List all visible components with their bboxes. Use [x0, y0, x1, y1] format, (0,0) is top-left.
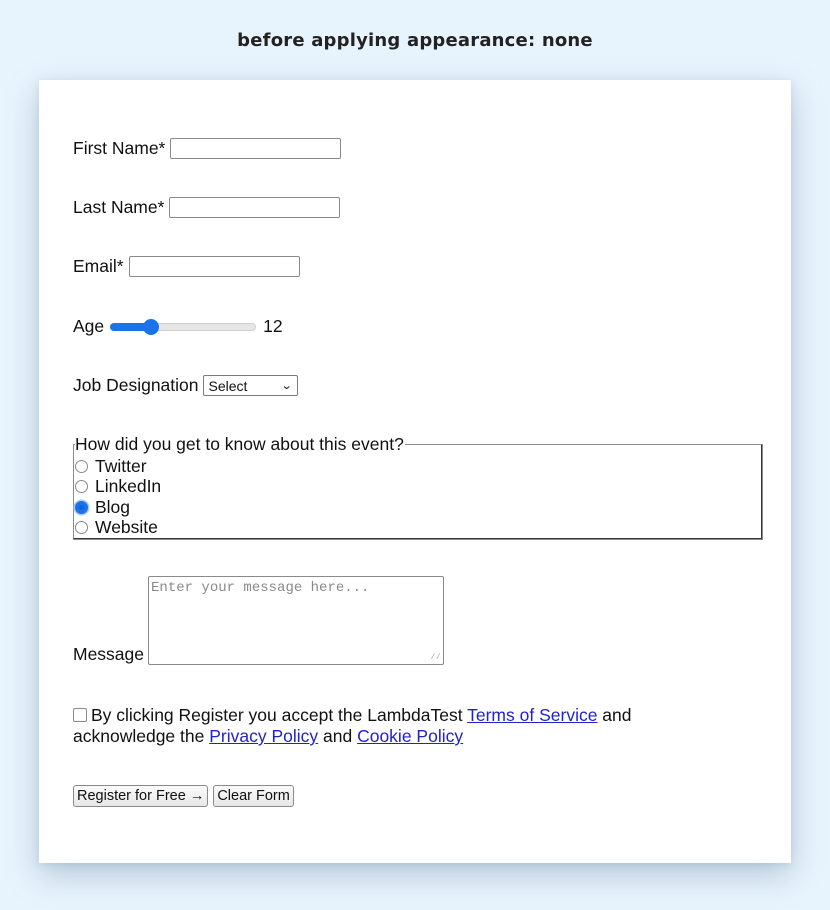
radio-button[interactable]	[75, 480, 88, 494]
radio-option-website[interactable]: Website	[75, 517, 161, 539]
job-label: Job Designation	[73, 375, 199, 395]
form-card: First Name* Last Name* Email* Age 12 Job…	[39, 80, 791, 863]
age-slider-track[interactable]	[110, 318, 257, 335]
radio-label: LinkedIn	[95, 476, 162, 497]
age-label: Age	[73, 316, 105, 336]
terms-consent: By clicking Register you accept the Lamb…	[73, 705, 693, 747]
resize-handle-icon[interactable]: ∕∕	[430, 653, 441, 662]
privacy-policy-link[interactable]: Privacy Policy	[209, 726, 318, 746]
job-select-value: Select	[208, 377, 248, 394]
radio-label: Blog	[95, 496, 131, 517]
job-select[interactable]: Select ⌄	[202, 375, 298, 396]
age-slider-thumb[interactable]	[142, 318, 159, 335]
email-row: Email*	[73, 256, 300, 277]
age-slider[interactable]	[110, 318, 257, 335]
email-input[interactable]	[128, 256, 300, 277]
last-name-label: Last Name*	[73, 197, 165, 217]
radio-label: Website	[95, 517, 158, 538]
message-textarea[interactable]: Enter your message here... ∕∕	[148, 576, 445, 665]
terms-of-service-link[interactable]: Terms of Service	[467, 705, 597, 725]
radio-option-linkedin[interactable]: LinkedIn	[75, 476, 162, 498]
radio-option-twitter[interactable]: Twitter	[75, 456, 161, 477]
form-actions: Register for Free → Clear Form	[73, 785, 294, 807]
clear-form-button[interactable]: Clear Form	[213, 785, 294, 807]
message-row: Message Enter your message here... ∕∕	[73, 576, 445, 665]
message-label: Message	[73, 644, 145, 664]
first-name-label: First Name*	[73, 138, 166, 158]
last-name-row: Last Name*	[73, 197, 341, 218]
source-radio-group: Twitter LinkedIn Blog Website	[75, 456, 161, 538]
email-label: Email*	[73, 256, 124, 276]
terms-checkbox[interactable]	[73, 708, 87, 722]
source-fieldset: How did you get to know about this event…	[73, 435, 763, 540]
first-name-input[interactable]	[170, 138, 342, 159]
source-legend: How did you get to know about this event…	[75, 434, 405, 454]
radio-button[interactable]	[75, 500, 88, 514]
message-placeholder: Enter your message here...	[151, 580, 370, 596]
radio-button[interactable]	[75, 459, 88, 473]
radio-button[interactable]	[75, 521, 88, 535]
chevron-down-icon: ⌄	[280, 380, 293, 392]
age-row: Age 12	[73, 316, 283, 337]
age-value: 12	[263, 316, 283, 336]
terms-text-3: and	[318, 726, 358, 746]
last-name-input[interactable]	[169, 197, 341, 218]
job-row: Job Designation Select ⌄	[73, 375, 298, 396]
radio-label: Twitter	[95, 455, 147, 476]
page-caption: before applying appearance: none	[237, 30, 593, 51]
radio-option-blog[interactable]: Blog	[75, 497, 161, 518]
terms-text-1: By clicking Register you accept the Lamb…	[91, 705, 468, 725]
register-button[interactable]: Register for Free →	[73, 785, 209, 807]
cookie-policy-link[interactable]: Cookie Policy	[357, 726, 463, 746]
first-name-row: First Name*	[73, 138, 342, 159]
